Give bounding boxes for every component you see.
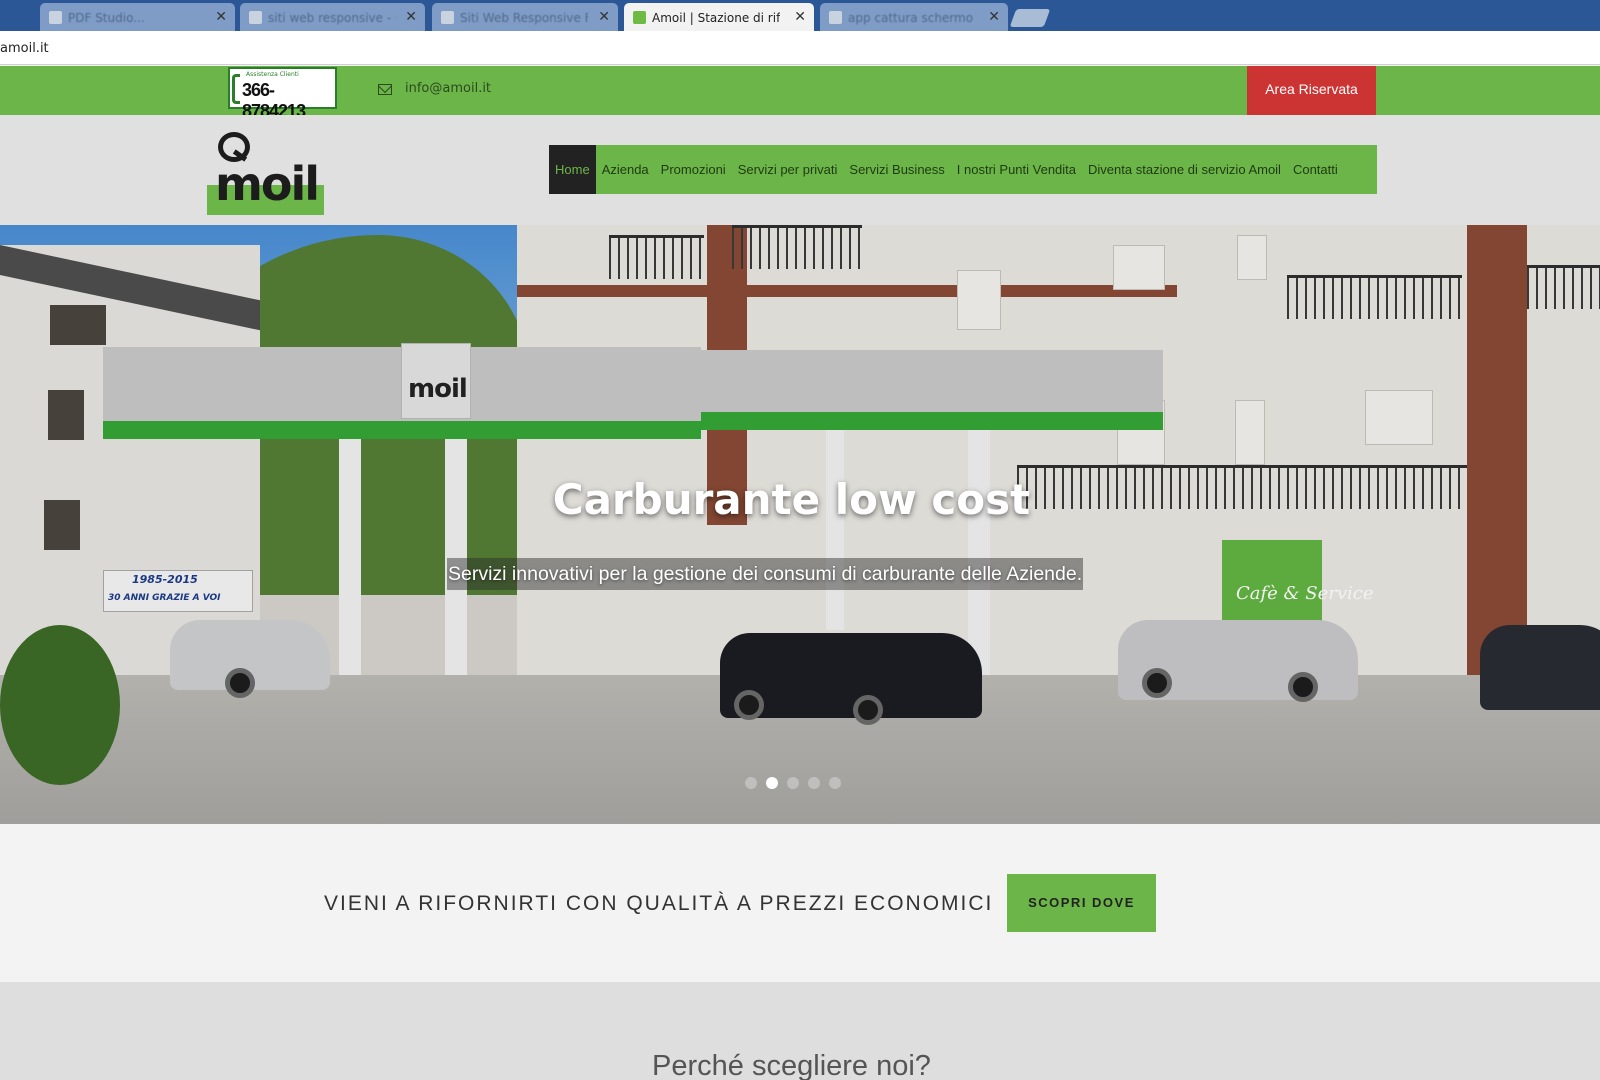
tab-title: siti web responsive - Go: [268, 11, 396, 25]
top-bar: Assistenza Clienti 366-8784213 info@amoi…: [0, 66, 1600, 121]
tab-title: app cattura schermo ch: [848, 11, 976, 25]
browser-tab[interactable]: Siti Web Responsive Fo ✕: [432, 3, 618, 31]
pdf-favicon-icon: [49, 11, 62, 24]
main-nav: Home Azienda Promozioni Servizi per priv…: [549, 145, 1377, 194]
nav-promozioni[interactable]: Promozioni: [655, 145, 732, 194]
address-bar[interactable]: amoil.it: [0, 31, 1600, 65]
browser-tab[interactable]: PDF Studio... ✕: [40, 3, 235, 31]
phone-label: Assistenza Clienti: [246, 71, 299, 78]
tab-title: Siti Web Responsive Fo: [460, 11, 588, 25]
hero-title: Carburante low cost: [552, 475, 1031, 524]
google-favicon-icon: [249, 11, 262, 24]
nav-servizi-privati[interactable]: Servizi per privati: [732, 145, 844, 194]
amoil-favicon-icon: [633, 11, 646, 24]
nav-diventa-stazione[interactable]: Diventa stazione di servizio Amoil: [1082, 145, 1287, 194]
logo-text: moil: [215, 157, 320, 211]
slider-dot[interactable]: [787, 777, 799, 789]
email-link[interactable]: info@amoil.it: [405, 81, 491, 96]
tab-title: Amoil | Stazione di riforn: [652, 11, 780, 25]
tab-title: PDF Studio...: [68, 11, 145, 25]
slider-dots: [745, 777, 841, 789]
nav-home[interactable]: Home: [549, 145, 596, 194]
cta-text: VIENI A RIFORNIRTI CON QUALITÀ A PREZZI …: [324, 892, 994, 915]
site-logo[interactable]: moil: [207, 128, 324, 215]
phone-icon: [232, 74, 240, 104]
area-riservata-button[interactable]: Area Riservata: [1247, 66, 1376, 115]
site-header: moil Home Azienda Promozioni Servizi per…: [0, 115, 1600, 225]
slider-dot[interactable]: [829, 777, 841, 789]
hero-slider[interactable]: moil Cafè & Service 1985-2015 30 ANNI GR…: [0, 225, 1600, 824]
google-favicon-icon: [829, 11, 842, 24]
nav-azienda[interactable]: Azienda: [596, 145, 655, 194]
envelope-icon: [378, 84, 392, 95]
close-icon[interactable]: ✕: [405, 9, 417, 25]
site-favicon-icon: [441, 11, 454, 24]
hero-overlay: [0, 225, 1600, 824]
new-tab-button[interactable]: [1009, 9, 1051, 27]
close-icon[interactable]: ✕: [215, 9, 227, 25]
scopri-dove-button[interactable]: SCOPRI DOVE: [1007, 874, 1156, 932]
close-icon[interactable]: ✕: [794, 9, 806, 25]
nav-contatti[interactable]: Contatti: [1287, 145, 1344, 194]
slider-dot[interactable]: [745, 777, 757, 789]
hero-subtitle: Servizi innovativi per la gestione dei c…: [447, 558, 1084, 590]
browser-tab-active[interactable]: Amoil | Stazione di riforn ✕: [624, 3, 814, 31]
close-icon[interactable]: ✕: [598, 9, 610, 25]
cta-band: VIENI A RIFORNIRTI CON QUALITÀ A PREZZI …: [0, 824, 1600, 982]
browser-tab[interactable]: app cattura schermo ch ✕: [820, 3, 1008, 31]
slider-dot-active[interactable]: [766, 777, 778, 789]
nav-punti-vendita[interactable]: I nostri Punti Vendita: [951, 145, 1082, 194]
url-text[interactable]: amoil.it: [0, 41, 49, 56]
why-section: Perché scegliere noi?: [0, 982, 1600, 1080]
close-icon[interactable]: ✕: [988, 9, 1000, 25]
phone-badge[interactable]: Assistenza Clienti 366-8784213: [228, 67, 337, 121]
browser-tab-bar: PDF Studio... ✕ siti web responsive - Go…: [0, 0, 1600, 31]
slider-dot[interactable]: [808, 777, 820, 789]
why-title: Perché scegliere noi?: [652, 1050, 931, 1080]
browser-tab[interactable]: siti web responsive - Go ✕: [240, 3, 425, 31]
nav-servizi-business[interactable]: Servizi Business: [843, 145, 950, 194]
